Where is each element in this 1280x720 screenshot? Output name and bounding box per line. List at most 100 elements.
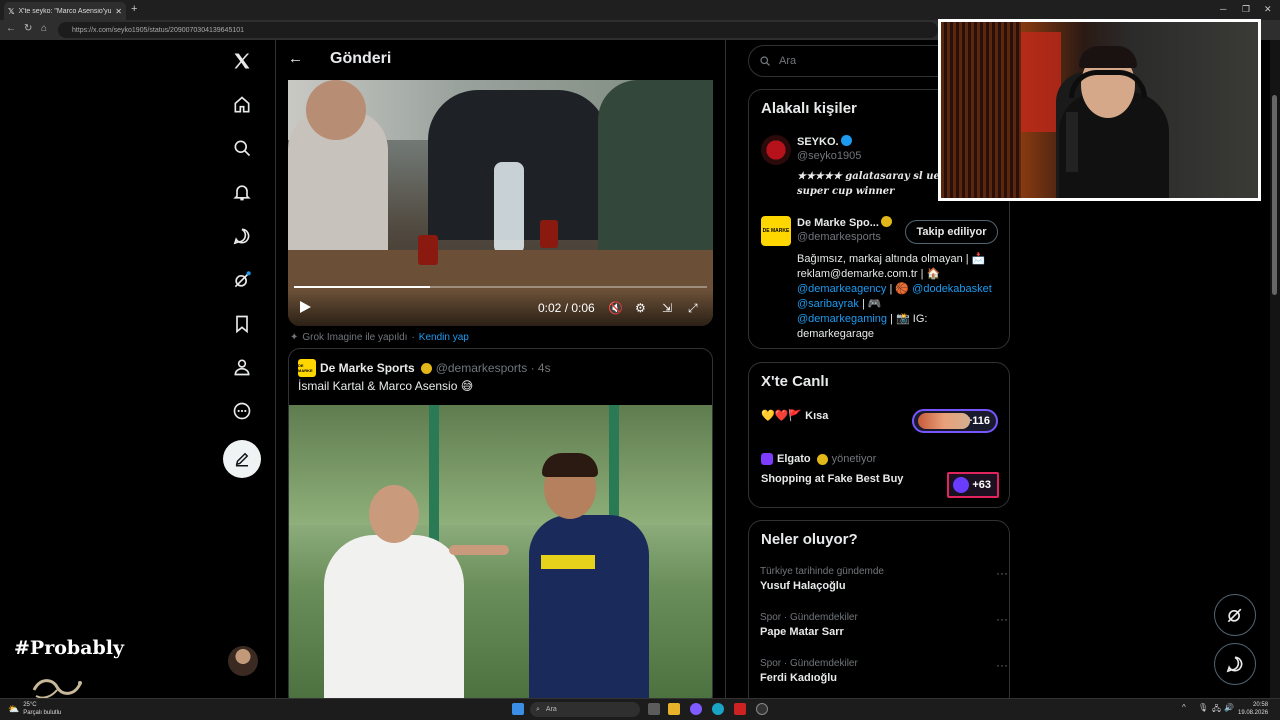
webcam-neon-light: [1021, 32, 1061, 132]
live-listeners-badge[interactable]: +116: [912, 409, 998, 433]
verified-badge-icon: [840, 135, 852, 146]
live-item-title[interactable]: Shopping at Fake Best Buy: [761, 473, 903, 485]
grok-icon[interactable]: [227, 265, 257, 295]
windows-taskbar: ⛅ 25°C Parçalı bulutlu ⌕ Ara ^ 🎙 🖧 🔊 20:…: [0, 698, 1280, 720]
compose-post-button[interactable]: [223, 440, 261, 478]
live-listeners-badge[interactable]: +63: [947, 472, 999, 498]
system-clock[interactable]: 20:58 19.08.2026: [1238, 701, 1268, 717]
weather-widget[interactable]: ⛅ 25°C Parçalı bulutlu: [8, 701, 61, 717]
more-options-icon[interactable]: [227, 396, 257, 426]
mention-link[interactable]: @saribayrak: [797, 298, 859, 310]
windows-start-icon[interactable]: [512, 703, 524, 715]
image-player-hair: [542, 453, 598, 477]
listener-avatars: [918, 413, 970, 429]
live-item-title[interactable]: 💛❤️🚩 Kısa: [761, 409, 828, 422]
image-coach-arm: [449, 545, 509, 555]
mention-link[interactable]: @demarkegaming: [797, 313, 887, 325]
tray-chevron-icon[interactable]: ^: [1182, 703, 1186, 712]
image-trees: [289, 405, 712, 525]
following-button[interactable]: Takip ediliyor: [905, 220, 998, 244]
video-player[interactable]: 0:02 / 0:06 🔇 ⚙ ⇲ ⤢: [288, 80, 713, 326]
bookmark-icon[interactable]: [227, 309, 257, 339]
live-host-row: Elgato yönetiyor: [761, 453, 876, 465]
back-arrow-icon[interactable]: ←: [288, 50, 303, 67]
mute-icon[interactable]: 🔇: [608, 301, 623, 315]
image-coach-head: [369, 485, 419, 543]
quoted-author-name[interactable]: De Marke Sports: [320, 361, 415, 375]
close-window-button[interactable]: ✕: [1264, 4, 1272, 15]
demarke-avatar[interactable]: DE MARKE: [761, 216, 791, 246]
share-pip-icon[interactable]: ⇲: [662, 301, 672, 315]
trend-more-icon[interactable]: ···: [996, 612, 1008, 626]
trend-more-icon[interactable]: ···: [996, 566, 1008, 580]
elgato-avatar[interactable]: [761, 453, 773, 465]
taskbar-search-icon: ⌕: [536, 705, 540, 713]
fullscreen-icon[interactable]: ⤢: [688, 301, 698, 316]
grok-floating-button[interactable]: [1214, 594, 1256, 636]
trend-more-icon[interactable]: ···: [996, 658, 1008, 672]
grok-attribution: ✦ Grok Imagine ile yapıldı · Kendin yap: [290, 332, 469, 343]
play-icon[interactable]: [298, 300, 312, 314]
reload-icon[interactable]: ↻: [24, 23, 32, 34]
volume-tray-icon[interactable]: 🔊: [1224, 703, 1234, 712]
new-tab-button[interactable]: +: [131, 3, 137, 15]
file-explorer-icon[interactable]: [668, 703, 680, 715]
x-logo-icon[interactable]: [227, 46, 257, 76]
compose-pen-icon: [235, 452, 249, 467]
account-avatar[interactable]: [228, 646, 258, 676]
notifications-bell-icon[interactable]: [227, 177, 257, 207]
tab-close-icon[interactable]: ✕: [115, 7, 122, 16]
app-icon[interactable]: [690, 703, 702, 715]
quoted-avatar[interactable]: DE MARKE: [298, 359, 316, 377]
related-person-name[interactable]: SEYKO.: [797, 135, 852, 148]
tab-title: X'te seyko: "Marco Asensio'yu oy...: [18, 7, 112, 15]
chrome-browser-icon[interactable]: [756, 703, 768, 715]
video-progress-fill: [294, 286, 431, 288]
taskbar-search[interactable]: ⌕ Ara: [530, 702, 640, 717]
browser-tab[interactable]: 𝕏 X'te seyko: "Marco Asensio'yu oy... ✕: [4, 2, 126, 20]
url-field[interactable]: https://x.com/seyko1905/status/209007030…: [58, 22, 938, 38]
webcam-headphones: [1069, 70, 1147, 98]
related-person-handle: @demarkesports: [797, 231, 881, 243]
video-tea-glass: [418, 235, 438, 265]
search-nav-icon[interactable]: [227, 133, 257, 163]
quoted-post-image[interactable]: [289, 405, 712, 707]
task-view-icon[interactable]: [648, 703, 660, 715]
home-nav-icon[interactable]: [227, 90, 257, 120]
mention-link[interactable]: @demarkeagency: [797, 283, 886, 295]
seyko-avatar[interactable]: [761, 135, 791, 165]
mention-link[interactable]: @dodekabasket: [912, 283, 992, 295]
grok-try-link[interactable]: Kendin yap: [419, 332, 469, 343]
browser-tab-bar: 𝕏 X'te seyko: "Marco Asensio'yu oy... ✕ …: [0, 0, 1280, 20]
column-divider: [725, 40, 726, 700]
live-card-title: X'te Canlı: [761, 373, 829, 390]
home-icon[interactable]: ⌂: [41, 23, 47, 34]
weather-cloud-icon: ⛅: [8, 704, 20, 714]
maximize-button[interactable]: ❐: [1242, 4, 1250, 15]
trend-item[interactable]: Spor · Gündemdekiler Ferdi Kadıoğlu ···: [760, 658, 1008, 684]
settings-gear-icon[interactable]: ⚙: [635, 301, 646, 315]
trend-meta: Türkiye tarihinde gündemde: [760, 566, 884, 577]
video-progress-bar[interactable]: [294, 286, 707, 288]
edge-browser-icon[interactable]: [712, 703, 724, 715]
streamer-webcam: [938, 19, 1261, 201]
trend-item[interactable]: Türkiye tarihinde gündemde Yusuf Halaçoğ…: [760, 566, 1008, 592]
recording-app-icon[interactable]: [734, 703, 746, 715]
messages-floating-button[interactable]: [1214, 643, 1256, 685]
trend-item[interactable]: Spor · Gündemdekiler Pape Matar Sarr ···: [760, 612, 1008, 638]
column-divider: [275, 40, 276, 700]
microphone-tray-icon[interactable]: 🎙: [1198, 703, 1208, 712]
network-tray-icon[interactable]: 🖧: [1212, 703, 1221, 717]
back-nav-icon[interactable]: ←: [6, 23, 16, 34]
live-host-name[interactable]: Elgato: [777, 453, 811, 465]
scrollbar-thumb[interactable]: [1272, 95, 1277, 295]
related-person-name[interactable]: De Marke Spo...: [797, 216, 892, 229]
webcam-microphone: [1066, 112, 1078, 172]
video-person-head: [306, 80, 366, 140]
messages-chat-icon[interactable]: [227, 221, 257, 251]
quoted-post[interactable]: DE MARKE De Marke Sports @demarkesports …: [288, 348, 713, 708]
taskbar-search-label: Ara: [545, 706, 557, 713]
minimize-button[interactable]: ─: [1220, 4, 1226, 14]
profile-icon[interactable]: [227, 352, 257, 382]
page-scrollbar[interactable]: [1270, 40, 1280, 700]
